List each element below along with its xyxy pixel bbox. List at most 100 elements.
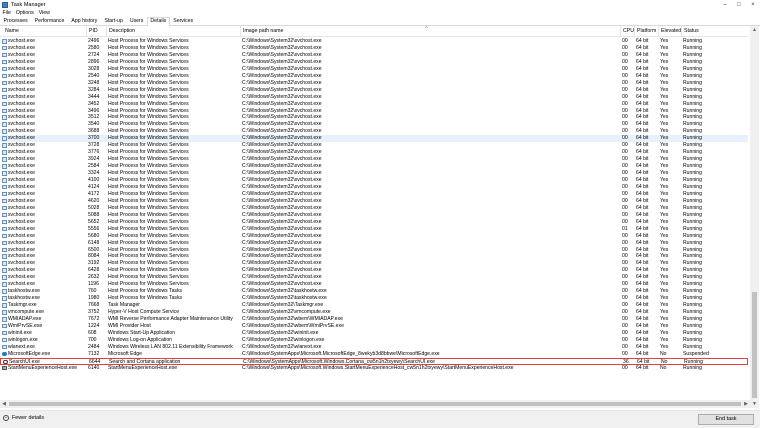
column-header-pid[interactable]: PID xyxy=(86,26,106,37)
table-row[interactable]: svchost.exe 3192 Host Process for Windows … xyxy=(0,260,748,267)
table-row[interactable]: svchost.exe 2584 Host Process for Windows … xyxy=(0,163,748,170)
service-icon xyxy=(2,310,7,315)
table-row[interactable]: svchost.exe 2580 Host Process for Windows … xyxy=(0,45,748,52)
table-row[interactable]: svchost.exe 4100 Host Process for Windows … xyxy=(0,177,748,184)
menu-view[interactable]: View xyxy=(36,10,52,16)
cell-cpu: 00 xyxy=(622,204,628,211)
cell-elevated: Yes xyxy=(660,156,669,163)
table-row[interactable]: svchost.exe 5028 Host Process for Windows … xyxy=(0,205,748,212)
table-row[interactable]: svchost.exe 3512 Host Process for Windows … xyxy=(0,114,748,121)
table-row[interactable]: StartMenuExperienceHost.exe 6140 StartMenu… xyxy=(0,365,748,372)
table-row[interactable]: winlogon.exe 700 Windows Log-on Applicatio… xyxy=(0,337,748,344)
tab-start-up[interactable]: Start-up xyxy=(101,17,126,25)
table-row[interactable]: svchost.exe 2496 Host Process for Windows … xyxy=(0,38,748,45)
table-row[interactable]: taskhostw.exe 1980 Host Process for Window… xyxy=(0,295,748,302)
table-row[interactable]: SearchUI.exe 6644 Search and Cortana appli… xyxy=(0,357,748,365)
table-row[interactable]: svchost.exe 5652 Host Process for Windows … xyxy=(0,219,748,226)
table-row[interactable]: svchost.exe 3700 Host Process for Windows … xyxy=(0,135,748,143)
column-header-name[interactable]: Name xyxy=(3,26,85,37)
cell-name: Taskmgr.exe xyxy=(8,302,37,309)
table-row[interactable]: WmiPrvSE.exe 1224 WMI Provider Host C:\Wind… xyxy=(0,323,748,330)
cell-elevated: Yes xyxy=(660,329,669,336)
table-row[interactable]: svchost.exe 5556 Host Process for Windows … xyxy=(0,226,748,233)
close-button[interactable]: × xyxy=(746,0,760,9)
table-row[interactable]: svchost.exe 3924 Host Process for Windows … xyxy=(0,156,748,163)
table-row[interactable]: MicrosoftEdge.exe 7132 Microsoft Edge C:\Wi… xyxy=(0,351,748,358)
table-row[interactable]: svchost.exe 3776 Host Process for Windows … xyxy=(0,149,748,156)
horizontal-scrollbar[interactable]: ◀ ▶ xyxy=(0,400,750,408)
cell-image-path: C:\Windows\System32\svchost.exe xyxy=(242,51,322,58)
fewer-details-link[interactable]: ⌃ Fewer details xyxy=(3,415,44,421)
table-row[interactable]: svchost.exe 8084 Host Process for Windows … xyxy=(0,253,748,260)
table-row[interactable]: svchost.exe 3496 Host Process for Windows … xyxy=(0,108,748,115)
table-row[interactable]: svchost.exe 4620 Host Process for Windows … xyxy=(0,198,748,205)
cell-cpu: 00 xyxy=(622,190,628,197)
vertical-scroll-thumb[interactable] xyxy=(752,292,757,398)
scroll-down-icon[interactable]: ▼ xyxy=(750,400,759,408)
table-row[interactable]: wlanext.exe 2484 Windows Wireless LAN 802.… xyxy=(0,344,748,351)
table-row[interactable]: WMIADAP.exe 7672 WMI Reverse Performance A… xyxy=(0,316,748,323)
tab-users[interactable]: Users xyxy=(126,17,147,25)
vertical-scrollbar[interactable]: ▲ ▼ xyxy=(750,26,759,408)
scroll-left-icon[interactable]: ◀ xyxy=(0,400,8,408)
table-row[interactable]: svchost.exe 5088 Host Process for Windows … xyxy=(0,212,748,219)
cell-pid: 6148 xyxy=(88,239,100,246)
table-row[interactable]: svchost.exe 3324 Host Process for Windows … xyxy=(0,170,748,177)
scroll-right-icon[interactable]: ▶ xyxy=(742,400,750,408)
menu-file[interactable]: File xyxy=(0,10,13,16)
column-header-status[interactable]: Status xyxy=(681,26,747,37)
horizontal-scroll-thumb[interactable] xyxy=(9,402,741,406)
cell-pid: 7668 xyxy=(88,302,100,309)
cell-image-path: C:\Windows\System32\svchost.exe xyxy=(242,177,322,183)
cell-description: Host Process for Windows Services xyxy=(108,211,189,218)
end-task-button[interactable]: End task xyxy=(698,414,754,425)
table-row[interactable]: svchost.exe 4124 Host Process for Windows … xyxy=(0,184,748,191)
cell-elevated: Yes xyxy=(660,128,669,135)
table-row[interactable]: svchost.exe 1196 Host Process for Windows … xyxy=(0,281,748,288)
table-row[interactable]: svchost.exe 3688 Host Process for Windows … xyxy=(0,128,748,135)
cell-platform: 64 bit xyxy=(636,79,649,86)
table-row[interactable]: svchost.exe 3452 Host Process for Windows … xyxy=(0,101,748,108)
table-row[interactable]: svchost.exe 2896 Host Process for Windows … xyxy=(0,59,748,66)
table-row[interactable]: wininit.exe 608 Windows Start-Up Applicati… xyxy=(0,330,748,337)
scroll-up-icon[interactable]: ▲ xyxy=(750,26,759,34)
column-header-elevated[interactable]: Elevated xyxy=(658,26,681,37)
title-bar: Task Manager – □ × xyxy=(0,0,760,9)
table-row[interactable]: Taskmgr.exe 7668 Task Manager C:\Windows\Sy… xyxy=(0,302,748,309)
table-row[interactable]: svchost.exe 3444 Host Process for Windows … xyxy=(0,94,748,101)
cell-name: svchost.exe xyxy=(8,114,35,121)
table-row[interactable]: svchost.exe 2632 Host Process for Windows … xyxy=(0,274,748,281)
table-row[interactable]: svchost.exe 3728 Host Process for Windows … xyxy=(0,142,748,149)
table-row[interactable]: svchost.exe 4172 Host Process for Windows … xyxy=(0,191,748,198)
table-row[interactable]: taskhostw.exe 760 Host Process for Windows… xyxy=(0,288,748,295)
tab-app-history[interactable]: App history xyxy=(68,17,101,25)
table-row[interactable]: svchost.exe 3540 Host Process for Windows … xyxy=(0,121,748,128)
column-header-platform[interactable]: Platform xyxy=(634,26,658,37)
table-row[interactable]: vmcompute.exe 3752 Hyper-V Host Compute Se… xyxy=(0,309,748,316)
menu-options[interactable]: Options xyxy=(13,10,36,16)
tab-processes[interactable]: Processes xyxy=(0,17,31,25)
maximize-button[interactable]: □ xyxy=(732,0,746,9)
table-row[interactable]: svchost.exe 6428 Host Process for Windows … xyxy=(0,267,748,274)
minimize-button[interactable]: – xyxy=(718,0,732,9)
column-header-image-path[interactable]: Image path name xyxy=(240,26,620,37)
column-header-description[interactable]: Description xyxy=(106,26,240,37)
table-row[interactable]: svchost.exe 2724 Host Process for Windows … xyxy=(0,52,748,59)
table-row[interactable]: svchost.exe 2540 Host Process for Windows … xyxy=(0,73,748,80)
cell-description: StartMenuExperienceHost.exe xyxy=(108,364,178,371)
tab-performance[interactable]: Performance xyxy=(31,17,68,25)
cell-image-path: C:\Windows\SystemApps\Microsoft.Microsof… xyxy=(242,350,440,357)
table-row[interactable]: svchost.exe 5680 Host Process for Windows … xyxy=(0,233,748,240)
column-header-cpu[interactable]: CPU xyxy=(620,26,634,37)
table-row[interactable]: svchost.exe 6500 Host Process for Windows … xyxy=(0,247,748,254)
cell-elevated: Yes xyxy=(660,260,669,267)
cell-cpu: 00 xyxy=(622,364,628,371)
tab-details[interactable]: Details xyxy=(146,17,170,26)
cell-pid: 3192 xyxy=(88,260,100,267)
table-row[interactable]: svchost.exe 3284 Host Process for Windows … xyxy=(0,87,748,94)
table-row[interactable]: svchost.exe 6148 Host Process for Windows … xyxy=(0,240,748,247)
tab-services[interactable]: Services xyxy=(170,17,197,25)
cell-status: Running xyxy=(683,295,702,302)
table-row[interactable]: svchost.exe 3248 Host Process for Windows … xyxy=(0,80,748,87)
table-row[interactable]: svchost.exe 3028 Host Process for Windows … xyxy=(0,66,748,73)
